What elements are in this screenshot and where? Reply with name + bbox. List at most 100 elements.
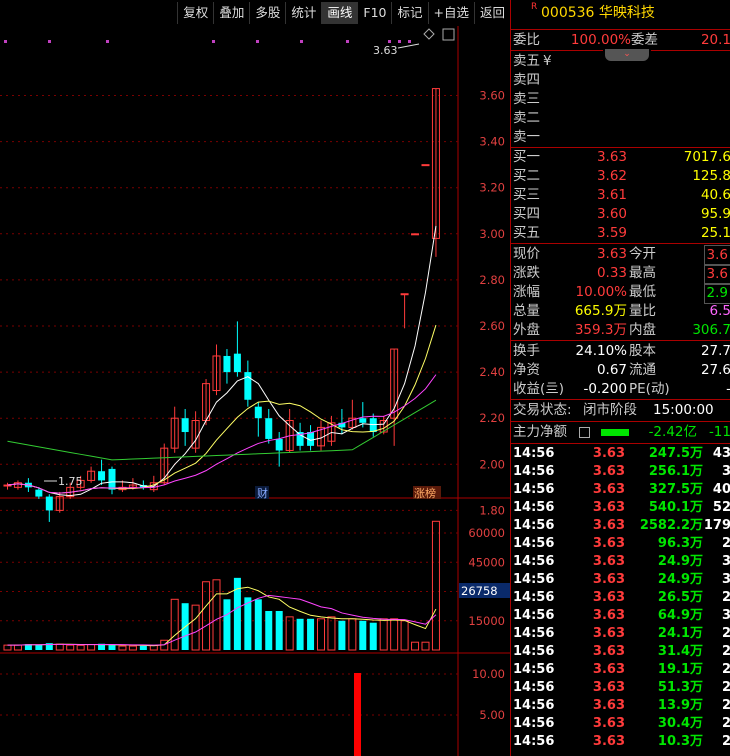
candle-body [108,468,116,490]
tick-row: 14:56 3.63 327.5万 40 [511,481,730,499]
tick-row: 14:56 3.63 24.9万 3 [511,571,730,589]
signal-dot [388,40,391,43]
candle-body [275,438,283,451]
quote-panel: R 000536 华映科技 委比 100.00% 委差 20.1 ⌄ 卖五 ¥ 卖四… [510,0,730,756]
ask-currency-icon: ¥ [543,53,552,69]
tick-price: 3.63 [592,572,625,587]
tick-time: 14:56 [513,464,555,479]
tick-count: 2 [722,589,730,607]
tick-count: 40 [712,482,730,497]
bid-price: 3.63 [596,149,627,165]
signal-dot [212,40,215,43]
tick-volume: 30.4万 [657,716,703,731]
volume-bar [275,611,283,650]
tick-count: 3 [722,553,730,571]
toolbar-fuquan-button[interactable]: 复权 [177,2,213,24]
tick-count: 2 [722,535,730,553]
tick-price: 3.63 [592,482,625,497]
tick-price: 3.63 [592,716,625,731]
candle-body [35,489,43,497]
tick-price: 3.63 [592,446,625,461]
stock-name: 华映科技 [598,5,655,21]
volume-bar [244,597,252,650]
volume-bar [223,599,231,650]
price-tick-label: 3.20 [479,181,505,195]
ask-row: 卖四 [511,71,730,90]
tick-volume: 31.4万 [657,644,703,659]
bid-price: 3.60 [596,206,627,222]
volume-bar [108,645,116,650]
signal-dot [398,40,401,43]
tick-time: 14:56 [513,482,555,497]
volume-bar [139,645,147,650]
tick-count: 3 [722,607,730,625]
price-tick-label: 3.00 [479,227,505,241]
candle-body [223,355,231,373]
ask-label: 卖三 [513,91,540,107]
toolbar-draw-button[interactable]: 画线 [321,2,358,24]
kline-chart[interactable]: 3.60 3.40 3.20 3.00 2.80 2.60 2.40 2.20 2.00 1.80… [0,0,510,756]
tick-row: 14:56 3.63 31.4万 2 [511,643,730,661]
toolbar-overlay-button[interactable]: 叠加 [213,2,249,24]
tick-count: 2 [722,715,730,733]
bid-row: 买五 3.59 25.1 [511,224,730,243]
tick-price: 3.63 [592,590,625,605]
candle-body [254,406,262,419]
volume-bar [296,618,304,650]
tick-volume: 96.3万 [657,536,703,551]
tick-row: 14:56 3.63 51.3万 2 [511,679,730,697]
signal-dot [346,40,349,43]
quote-row-volume: 总量 665.9万 量比 6.5 [513,303,730,319]
event-marker-cai: 财 [257,486,268,500]
tick-price: 3.63 [592,608,625,623]
ask-row: 卖五 ¥ [511,52,730,71]
bid-label: 买三 [513,187,540,203]
volume-bar [35,644,43,650]
signal-dot [48,40,51,43]
toolbar-multistock-button[interactable]: 多股 [249,2,285,24]
event-marker-zhangbang: 涨榜 [414,486,436,500]
bid-volume: 25.1 [700,225,730,241]
ask-row: 卖一 [511,128,730,147]
tick-volume: 2582.2万 [639,518,703,533]
indicator-tick-label: 5.00 [479,708,505,722]
tick-price: 3.63 [592,518,625,533]
tick-time: 14:56 [513,590,555,605]
mainflow-toggle-icon[interactable] [579,427,590,438]
candle-body [411,233,420,236]
tick-price: 3.63 [592,644,625,659]
toolbar-add-watchlist-button[interactable]: +自选 [427,2,474,24]
indicator-bar [354,673,361,756]
price-tick-label: 2.60 [479,319,505,333]
chart-toolbar: 复权 叠加 多股 统计 画线 F10 标记 +自选 返回 [0,0,510,26]
ask-row: 卖三 [511,90,730,109]
toolbar-back-button[interactable]: 返回 [473,2,510,24]
candle-body [265,418,273,439]
fund-row-netasset: 净资 0.67 流通 27.6 [513,362,730,378]
volume-bar [369,622,377,650]
tick-row: 14:56 3.63 24.1万 2 [511,625,730,643]
tick-row: 14:56 3.63 96.3万 2 [511,535,730,553]
volume-bar [265,611,273,650]
ask-row: 卖二 [511,109,730,128]
fund-row-eps: 收益(亖)-0.200PE(动)- [513,381,730,397]
toolbar-stats-button[interactable]: 统计 [285,2,321,24]
tick-count: 2 [722,733,730,751]
ask-label: 卖四 [513,72,540,88]
tick-time: 14:56 [513,716,555,731]
ask-label: 卖二 [513,110,540,126]
tick-time: 14:56 [513,608,555,623]
tick-price: 3.63 [592,464,625,479]
quote-row-change: 涨跌 0.33 最高 3.6 [511,264,730,285]
candle-body [98,471,106,481]
toolbar-mark-button[interactable]: 标记 [391,2,427,24]
bid-volume: 125.8 [692,168,730,184]
volume-bar [338,620,346,650]
quote-row-pct: 涨幅 10.00% 最低 2.9 [511,283,730,304]
signal-dot [4,40,7,43]
toolbar-f10-button[interactable]: F10 [357,2,391,24]
quote-row-price: 现价 3.63 今开 3.6 [511,245,730,266]
candle-body [421,164,430,167]
low-price-label: 1.75 [58,475,83,488]
bid-row: 买四 3.60 95.9 [511,205,730,224]
